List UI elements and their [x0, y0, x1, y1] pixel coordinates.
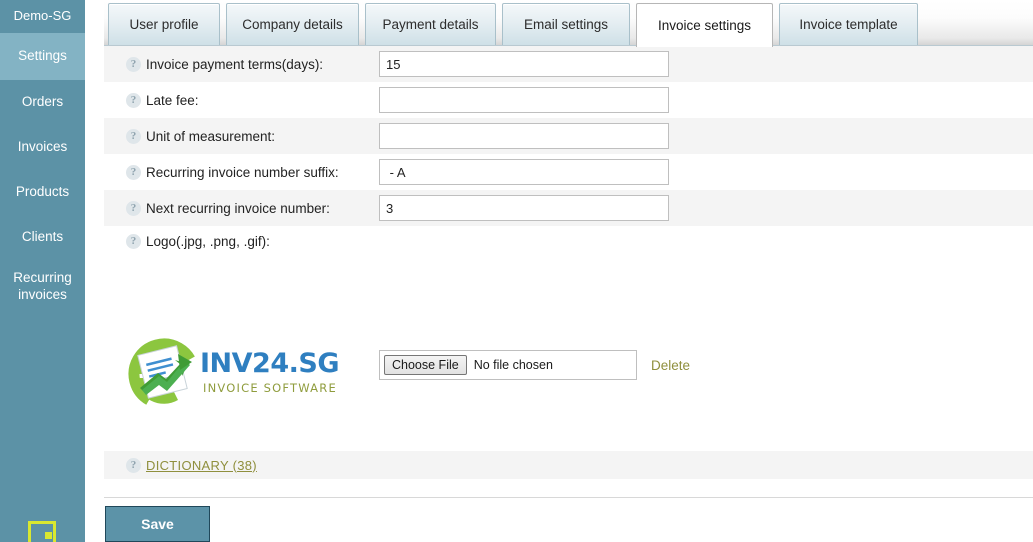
help-icon[interactable]: ? [126, 200, 141, 216]
form-row-unit-of-measurement: ? Unit of measurement: [104, 118, 1033, 154]
dictionary-row: ? DICTIONARY (38) [104, 451, 1033, 479]
panel-divider [104, 497, 1033, 498]
no-file-chosen-label: No file chosen [473, 358, 553, 372]
sidebar-brand[interactable]: Demo-SG [0, 0, 85, 33]
logo-mark-icon [128, 338, 200, 410]
next-recurring-invoice-number-input[interactable] [379, 195, 669, 221]
help-icon[interactable]: ? [126, 164, 141, 180]
tab-label: Email settings [523, 17, 609, 32]
save-button[interactable]: Save [105, 506, 210, 542]
sidebar-item-invoices[interactable]: Invoices [0, 125, 85, 170]
logo-tagline: INVOICE SOFTWARE [203, 381, 337, 395]
screen-icon[interactable] [28, 521, 56, 542]
logo-brand-text: INV24.SG [200, 348, 339, 379]
help-icon[interactable]: ? [126, 457, 141, 473]
tab-bar: User profile Company details Payment det… [104, 0, 1033, 47]
tab-label: User profile [129, 17, 199, 32]
tab-label: Company details [242, 17, 343, 32]
choose-file-button[interactable]: Choose File [384, 355, 467, 375]
unit-of-measurement-input[interactable] [379, 123, 669, 149]
delete-logo-link[interactable]: Delete [651, 358, 690, 373]
tab-payment-details[interactable]: Payment details [365, 3, 496, 45]
field-label: Recurring invoice number suffix: [146, 164, 339, 180]
tab-invoice-template[interactable]: Invoice template [779, 3, 918, 45]
sidebar-item-label: Orders [21, 94, 64, 110]
help-icon[interactable]: ? [126, 56, 141, 72]
tab-label: Invoice settings [657, 18, 752, 33]
form-row-next-recurring-number: ? Next recurring invoice number: [104, 190, 1033, 226]
sidebar-item-label: Invoices [17, 139, 68, 155]
logo-upload-area: INV24.SG INVOICE SOFTWARE Choose File No… [104, 256, 1033, 451]
logo-file-input[interactable]: Choose File No file chosen [379, 350, 637, 380]
tab-label: Payment details [382, 17, 479, 32]
field-label: Next recurring invoice number: [146, 200, 330, 216]
company-logo: INV24.SG INVOICE SOFTWARE [128, 334, 339, 414]
field-label: Unit of measurement: [146, 128, 276, 144]
tab-invoice-settings[interactable]: Invoice settings [636, 3, 773, 47]
form-row-logo-label: ? Logo(.jpg, .png, .gif): [104, 226, 1033, 256]
tab-user-profile[interactable]: User profile [108, 3, 220, 45]
tab-company-details[interactable]: Company details [226, 3, 359, 45]
help-icon[interactable]: ? [126, 128, 141, 144]
sidebar-item-label: Settings [18, 48, 67, 64]
sidebar-item-label: Products [15, 184, 70, 200]
file-upload-row: Choose File No file chosen Delete [379, 350, 690, 380]
form-row-recurring-suffix: ? Recurring invoice number suffix: [104, 154, 1033, 190]
field-label: Late fee: [146, 92, 199, 108]
help-icon[interactable]: ? [126, 92, 141, 108]
form-row-payment-terms: ? Invoice payment terms(days): [104, 46, 1033, 82]
sidebar-item-orders[interactable]: Orders [0, 80, 85, 125]
invoice-payment-terms-input[interactable] [379, 51, 669, 77]
sidebar-item-label: Recurring invoices [13, 270, 72, 302]
form-row-late-fee: ? Late fee: [104, 82, 1033, 118]
settings-page: Demo-SG Settings Orders Invoices Product… [0, 0, 1033, 542]
field-label: Invoice payment terms(days): [146, 56, 324, 72]
sidebar-item-recurring-invoices[interactable]: Recurring invoices [0, 260, 85, 314]
recurring-invoice-number-suffix-input[interactable] [379, 159, 669, 185]
field-label: Logo(.jpg, .png, .gif): [146, 233, 270, 249]
sidebar-item-label: Clients [21, 229, 64, 245]
sidebar: Demo-SG Settings Orders Invoices Product… [0, 0, 85, 542]
help-icon[interactable]: ? [126, 233, 141, 249]
sidebar-item-clients[interactable]: Clients [0, 215, 85, 260]
invoice-settings-form: ? Invoice payment terms(days): ? Late fe… [104, 46, 1033, 498]
late-fee-input[interactable] [379, 87, 669, 113]
dictionary-link[interactable]: DICTIONARY (38) [146, 458, 257, 473]
sidebar-item-products[interactable]: Products [0, 170, 85, 215]
tab-email-settings[interactable]: Email settings [502, 3, 630, 45]
tab-label: Invoice template [799, 17, 898, 32]
sidebar-item-settings[interactable]: Settings [0, 33, 85, 80]
content-panel: User profile Company details Payment det… [104, 0, 1033, 542]
